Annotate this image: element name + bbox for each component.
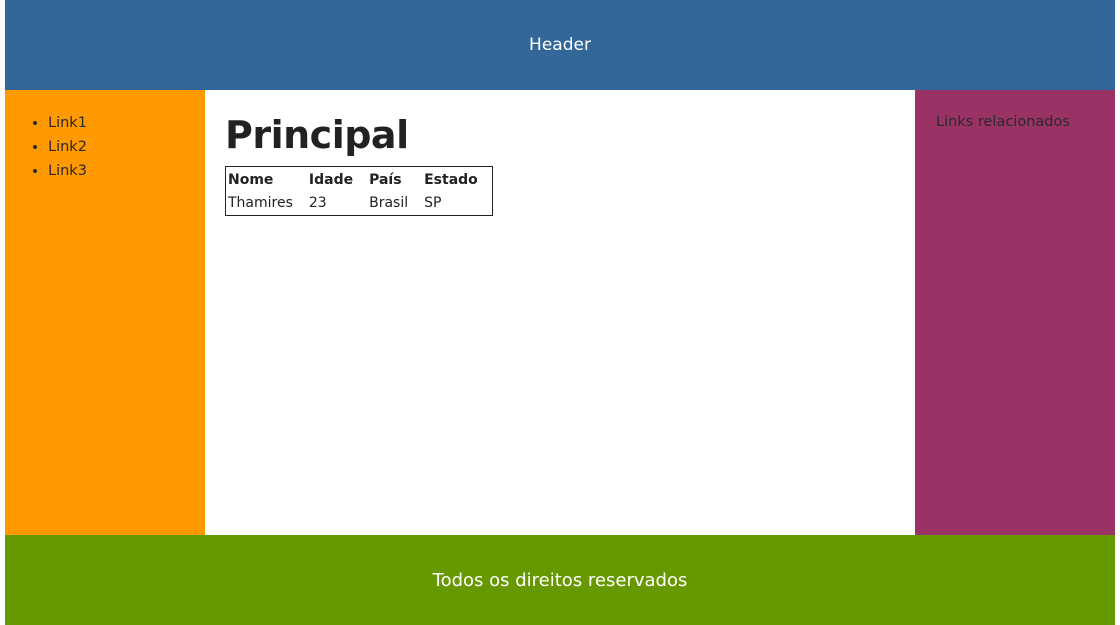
column-header-estado: Estado: [424, 172, 478, 188]
table-header-row: Nome Idade País Estado: [226, 167, 493, 192]
footer-text: Todos os direitos reservados: [432, 569, 688, 591]
table-cell-idade: 23: [308, 195, 327, 211]
sidebar-link-list: Link1 Link2 Link3: [5, 112, 205, 184]
related-links-aside: Links relacionados: [915, 90, 1115, 535]
page-footer: Todos os direitos reservados: [5, 535, 1115, 625]
page-header: Header: [5, 0, 1115, 90]
sidebar-link-label[interactable]: Link2: [48, 139, 87, 155]
sidebar-item-link2[interactable]: Link2: [48, 136, 205, 160]
sidebar-link-label[interactable]: Link3: [48, 163, 87, 179]
header-title: Header: [529, 35, 591, 55]
table-cell-estado: SP: [424, 195, 442, 211]
table-row: Thamires 23 Brasil SP: [226, 191, 493, 216]
sidebar-link-label[interactable]: Link1: [48, 115, 87, 131]
table-cell-pais: Brasil: [369, 195, 409, 211]
column-header-nome: Nome: [228, 172, 274, 188]
page: Header Link1 Link2 Link3 Principal Nome …: [0, 0, 1120, 625]
main-content: Principal Nome Idade País Estado Thamire…: [205, 90, 915, 535]
sidebar-nav: Link1 Link2 Link3: [5, 90, 205, 535]
column-header-pais: País: [369, 172, 402, 188]
table-cell-nome: Thamires: [228, 195, 293, 211]
page-title: Principal: [225, 113, 409, 157]
sidebar-item-link3[interactable]: Link3: [48, 160, 205, 184]
data-table: Nome Idade País Estado Thamires 23 Brasi…: [225, 166, 493, 216]
sidebar-item-link1[interactable]: Link1: [48, 112, 205, 136]
related-links-label: Links relacionados: [936, 114, 1070, 130]
column-header-idade: Idade: [308, 172, 354, 188]
